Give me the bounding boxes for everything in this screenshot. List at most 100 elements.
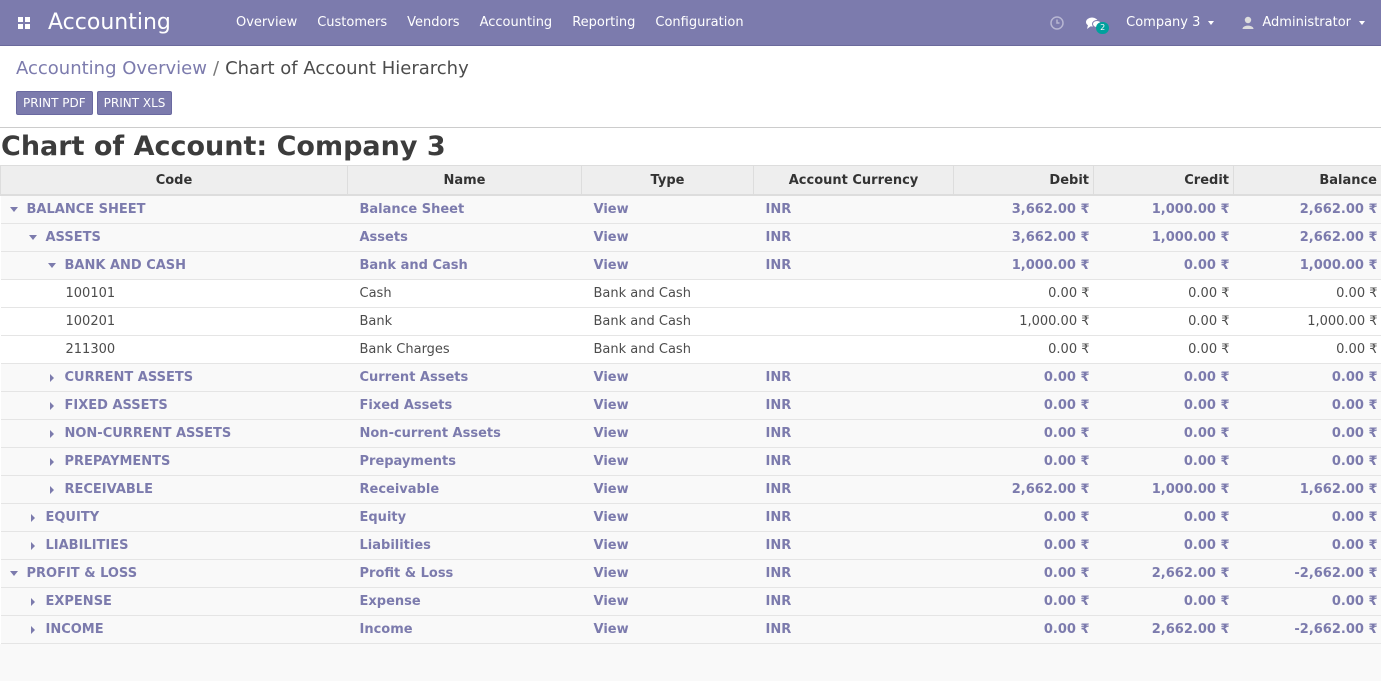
cell-debit: 0.00 ₹	[953, 335, 1094, 364]
cell-credit: 0.00 ₹	[1093, 419, 1234, 448]
cell-credit: 2,662.00 ₹	[1093, 559, 1234, 588]
cell-currency	[753, 279, 954, 308]
table-header: Code Name Type Account Currency Debit Cr…	[0, 165, 1381, 196]
cell-code[interactable]: BALANCE SHEET	[0, 195, 348, 224]
menu-item-overview[interactable]: Overview	[226, 0, 307, 46]
column-header-credit: Credit	[1093, 165, 1234, 196]
cell-name: Fixed Assets	[347, 391, 582, 420]
cell-credit: 1,000.00 ₹	[1093, 475, 1234, 504]
cell-type: View	[581, 391, 754, 420]
expand-caret-icon[interactable]	[28, 622, 38, 637]
account-group-row[interactable]: RECEIVABLE Receivable View INR 2,662.00 ₹1,0…	[0, 475, 1381, 504]
breadcrumb-parent[interactable]: Accounting Overview	[16, 58, 207, 79]
cell-balance: 0.00 ₹	[1233, 279, 1381, 308]
cell-debit: 0.00 ₹	[953, 391, 1094, 420]
action-buttons: PRINT PDF PRINT XLS	[16, 91, 1365, 115]
cell-debit: 0.00 ₹	[953, 363, 1094, 392]
collapse-caret-icon[interactable]	[9, 566, 19, 581]
menu-item-configuration[interactable]: Configuration	[645, 0, 753, 46]
apps-grid-icon[interactable]	[0, 0, 48, 46]
expand-caret-icon[interactable]	[47, 482, 57, 497]
account-group-row[interactable]: NON-CURRENT ASSETS Non-current Assets View…	[0, 419, 1381, 448]
account-group-row[interactable]: BALANCE SHEET Balance Sheet View INR 3,662.0…	[0, 195, 1381, 224]
account-code: FIXED ASSETS	[64, 398, 168, 413]
cell-debit: 3,662.00 ₹	[953, 195, 1094, 224]
cell-code[interactable]: INCOME	[0, 615, 348, 644]
cell-credit: 1,000.00 ₹	[1093, 223, 1234, 252]
cell-credit: 0.00 ₹	[1093, 503, 1234, 532]
expand-caret-icon[interactable]	[28, 538, 38, 553]
cell-credit: 0.00 ₹	[1093, 363, 1234, 392]
cell-debit: 0.00 ₹	[953, 503, 1094, 532]
breadcrumb-current: Chart of Account Hierarchy	[225, 58, 469, 79]
account-group-row[interactable]: CURRENT ASSETS Current Assets View INR 0.00 …	[0, 363, 1381, 392]
cell-code[interactable]: EQUITY	[0, 503, 348, 532]
expand-caret-icon[interactable]	[47, 454, 57, 469]
navbar-right: 2 Company 3 Administrator	[1040, 0, 1381, 46]
cell-code[interactable]: PREPAYMENTS	[0, 447, 348, 476]
cell-currency: INR	[753, 531, 954, 560]
cell-balance: 1,000.00 ₹	[1233, 307, 1381, 336]
account-group-row[interactable]: PREPAYMENTS Prepayments View INR 0.00 ₹0.00 …	[0, 447, 1381, 476]
cell-type: Bank and Cash	[581, 335, 754, 364]
cell-name: Expense	[347, 587, 582, 616]
account-group-row[interactable]: EXPENSE Expense View INR 0.00 ₹0.00 ₹0.00 ₹	[0, 587, 1381, 616]
cell-name: Equity	[347, 503, 582, 532]
print-xls-button[interactable]: PRINT XLS	[96, 91, 173, 115]
cell-code[interactable]: NON-CURRENT ASSETS	[0, 419, 348, 448]
expand-caret-icon[interactable]	[28, 594, 38, 609]
top-navbar: Accounting Overview Customers Vendors Ac…	[0, 0, 1381, 46]
cell-debit: 0.00 ₹	[953, 559, 1094, 588]
account-group-row[interactable]: FIXED ASSETS Fixed Assets View INR 0.00 ₹0.0…	[0, 391, 1381, 420]
caret-down-icon	[1208, 20, 1215, 25]
menu-item-accounting[interactable]: Accounting	[470, 0, 563, 46]
column-header-currency: Account Currency	[753, 165, 954, 196]
account-group-row[interactable]: BANK AND CASH Bank and Cash View INR 1,000.0…	[0, 251, 1381, 280]
expand-caret-icon[interactable]	[28, 510, 38, 525]
account-group-row[interactable]: PROFIT & LOSS Profit & Loss View INR 0.00 ₹2…	[0, 559, 1381, 588]
cell-currency: INR	[753, 195, 954, 224]
company-switcher[interactable]: Company 3	[1114, 15, 1230, 30]
cell-code[interactable]: ASSETS	[0, 223, 348, 252]
account-group-row[interactable]: INCOME Income View INR 0.00 ₹2,662.00 ₹ -2,66…	[0, 615, 1381, 644]
account-group-row[interactable]: ASSETS Assets View INR 3,662.00 ₹1,000.00 ₹2…	[0, 223, 1381, 252]
account-group-row[interactable]: EQUITY Equity View INR 0.00 ₹0.00 ₹0.00 ₹	[0, 503, 1381, 532]
cell-code[interactable]: RECEIVABLE	[0, 475, 348, 504]
expand-caret-icon[interactable]	[47, 370, 57, 385]
chat-icon[interactable]: 2	[1074, 16, 1114, 34]
collapse-caret-icon[interactable]	[47, 258, 57, 273]
expand-caret-icon[interactable]	[47, 398, 57, 413]
cell-credit: 0.00 ₹	[1093, 447, 1234, 476]
expand-caret-icon[interactable]	[47, 426, 57, 441]
cell-code[interactable]: BANK AND CASH	[0, 251, 348, 280]
cell-balance: 2,662.00 ₹	[1233, 223, 1381, 252]
cell-currency: INR	[753, 419, 954, 448]
column-header-debit: Debit	[953, 165, 1094, 196]
cell-name: Receivable	[347, 475, 582, 504]
cell-code[interactable]: CURRENT ASSETS	[0, 363, 348, 392]
menu-item-reporting[interactable]: Reporting	[562, 0, 645, 46]
cell-code[interactable]: LIABILITIES	[0, 531, 348, 560]
cell-code[interactable]: PROFIT & LOSS	[0, 559, 348, 588]
collapse-caret-icon[interactable]	[28, 230, 38, 245]
account-group-row[interactable]: LIABILITIES Liabilities View INR 0.00 ₹0.00 …	[0, 531, 1381, 560]
cell-currency: INR	[753, 559, 954, 588]
menu-item-vendors[interactable]: Vendors	[397, 0, 469, 46]
cell-code[interactable]: FIXED ASSETS	[0, 391, 348, 420]
user-name: Administrator	[1262, 15, 1351, 30]
company-name: Company 3	[1126, 15, 1201, 30]
cell-code: 100101	[0, 279, 348, 308]
account-code: INCOME	[45, 622, 104, 637]
account-code: LIABILITIES	[45, 538, 129, 553]
cell-currency: INR	[753, 363, 954, 392]
print-pdf-button[interactable]: PRINT PDF	[16, 91, 93, 115]
collapse-caret-icon[interactable]	[9, 202, 19, 217]
cell-code[interactable]: EXPENSE	[0, 587, 348, 616]
account-row: 100201 Bank Bank and Cash 1,000.00 ₹0.00 ₹1…	[0, 307, 1381, 336]
cell-balance: 0.00 ₹	[1233, 391, 1381, 420]
user-menu[interactable]: Administrator	[1230, 15, 1381, 30]
cell-debit: 0.00 ₹	[953, 279, 1094, 308]
clock-icon[interactable]	[1040, 15, 1074, 30]
cell-debit: 1,000.00 ₹	[953, 307, 1094, 336]
menu-item-customers[interactable]: Customers	[307, 0, 397, 46]
